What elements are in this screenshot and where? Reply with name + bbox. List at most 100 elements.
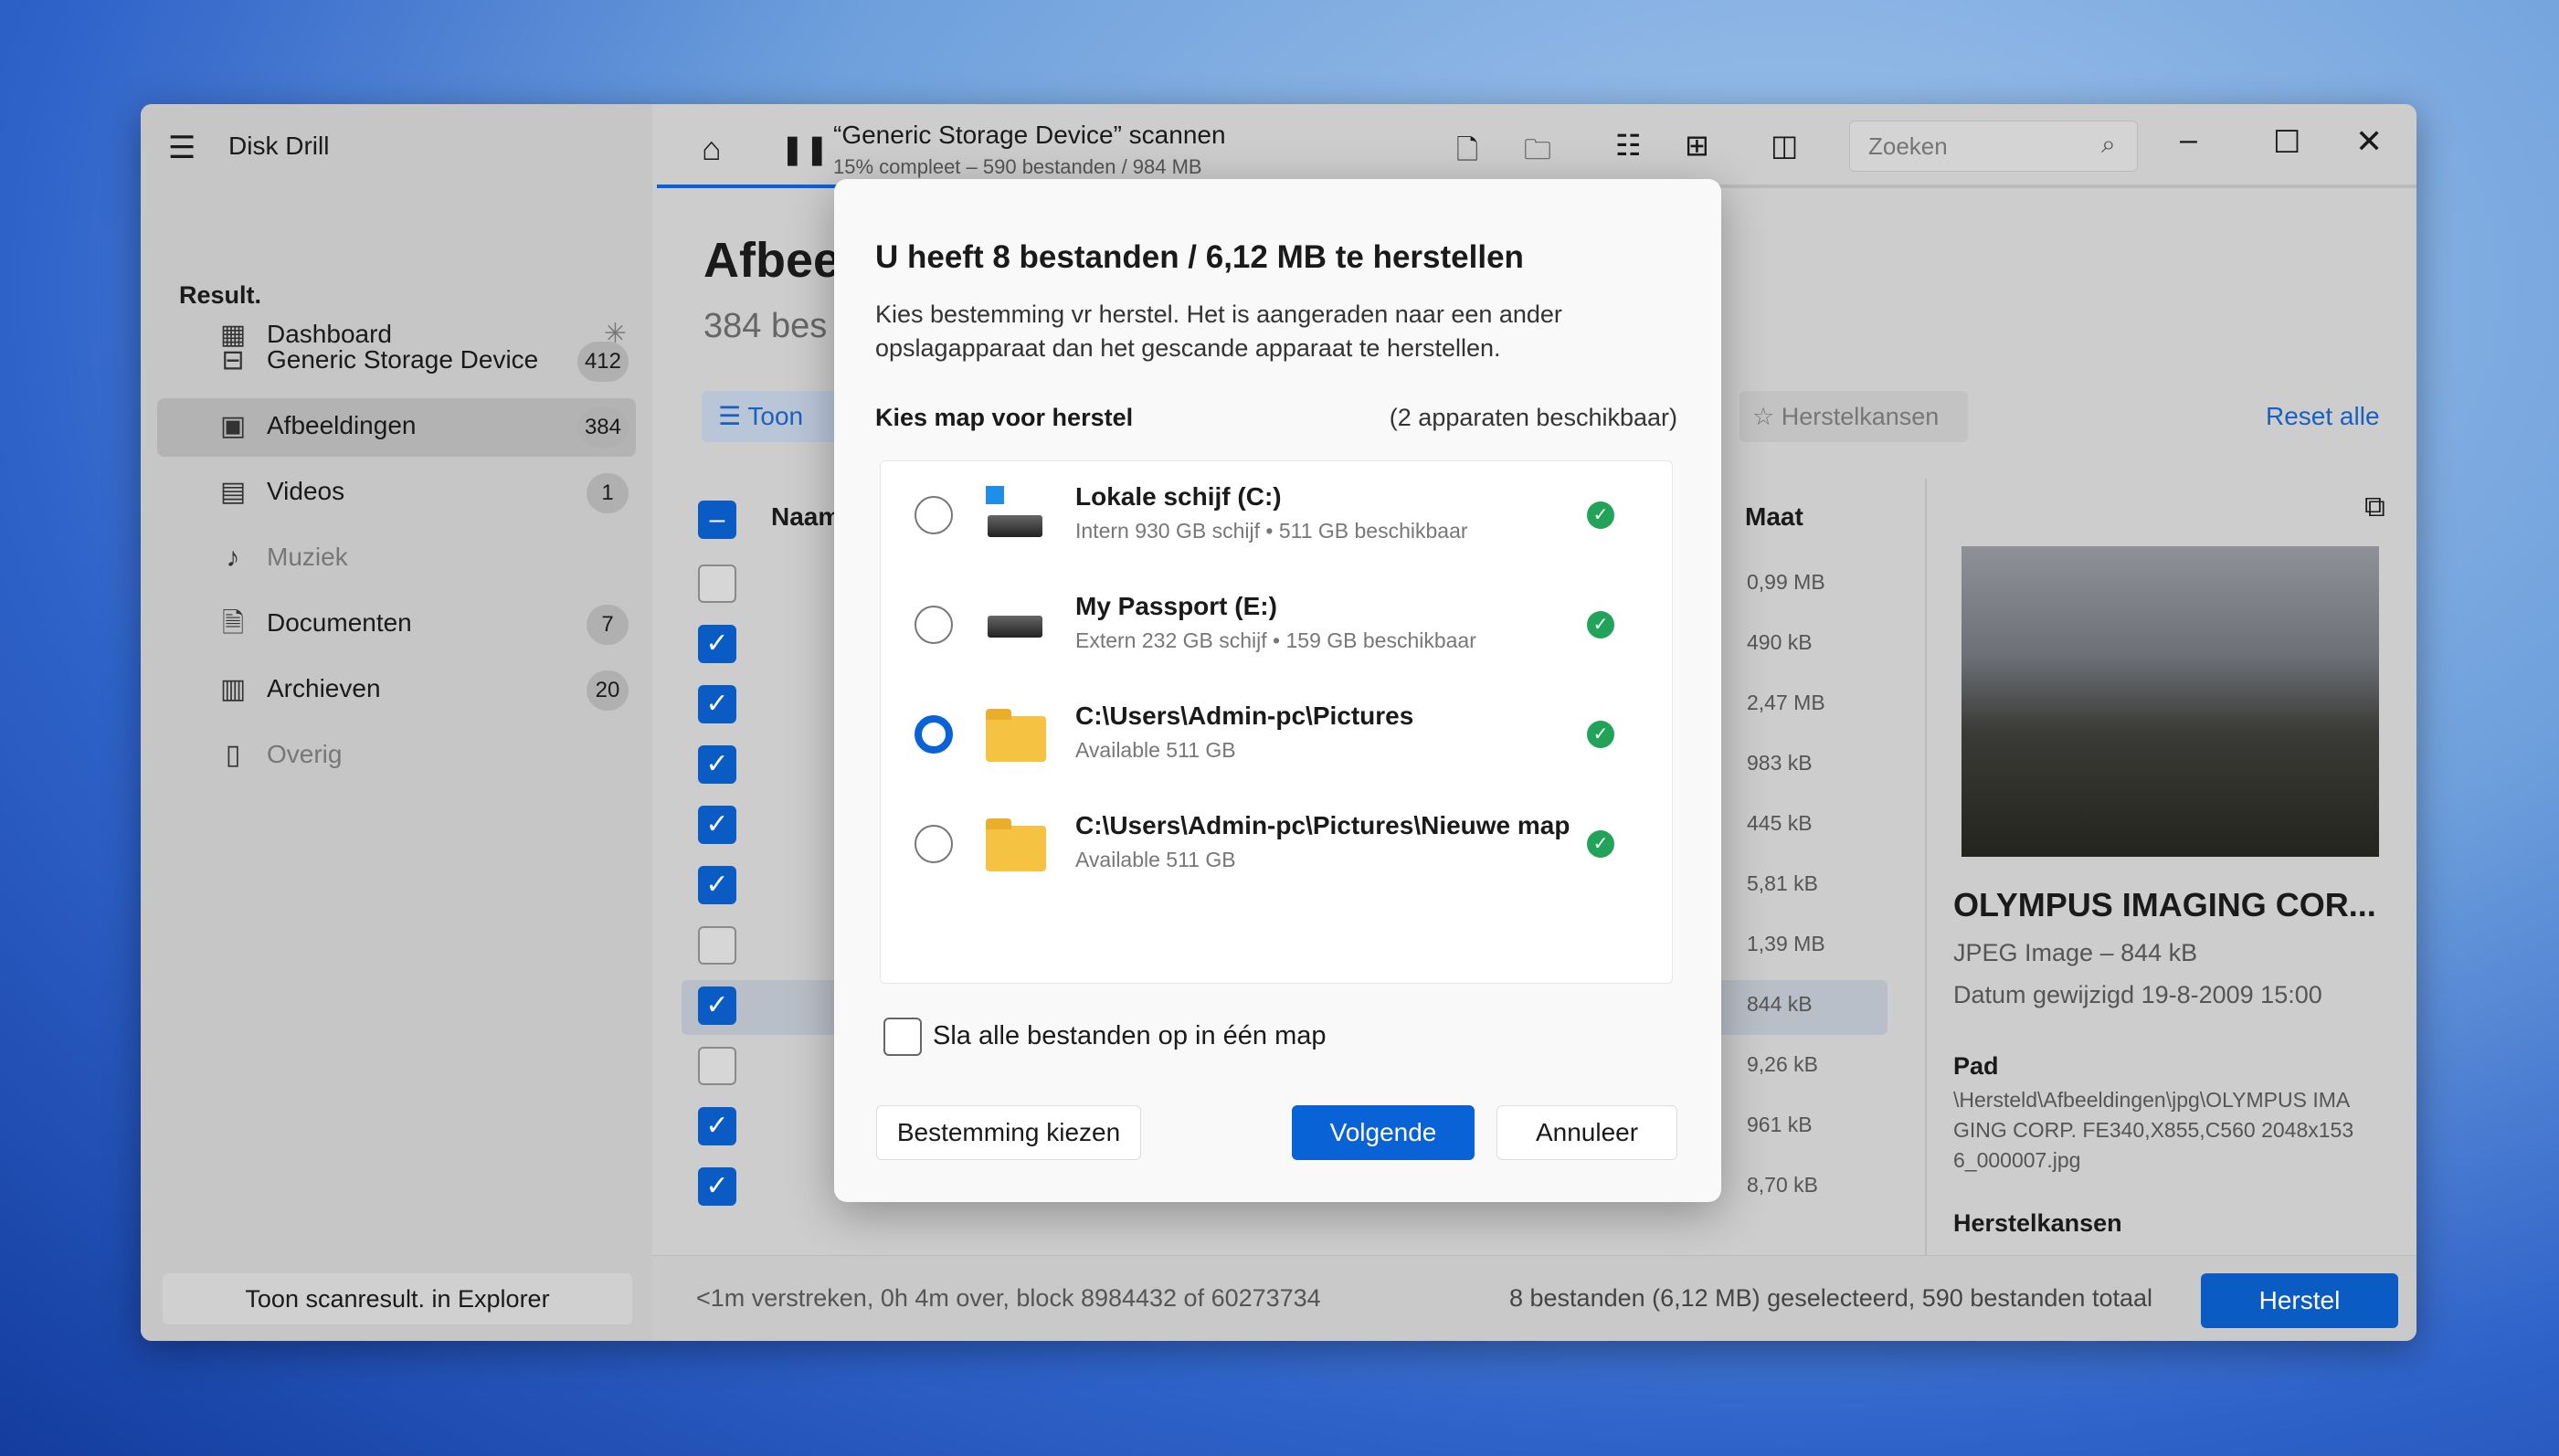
recovery-chances-filter[interactable]: ☆ Herstelkansen [1739,391,1968,442]
column-name[interactable]: Naam [771,502,841,532]
row-checkbox[interactable]: ✓ [698,685,736,723]
folder-icon [986,818,1046,871]
cancel-button[interactable]: Annuleer [1496,1105,1677,1160]
folder-icon[interactable]: 🗀 [1524,130,1551,176]
row-checkbox[interactable]: ✓ [698,745,736,784]
destination-name: C:\Users\Admin-pc\Pictures\Nieuwe map [1075,811,1570,839]
next-button[interactable]: Volgende [1292,1105,1475,1160]
windows-drive-icon [986,486,1004,504]
open-external-icon[interactable]: ⧉ [2364,490,2385,524]
row-size: 2,47 MB [1747,691,1825,714]
sidebar-item-generic-storage-device[interactable]: ⊟ Generic Storage Device 412 [157,332,636,391]
destination-name: My Passport (E:) [1075,592,1277,620]
available-check-icon: ✓ [1587,611,1614,638]
sidebar-item-afbeeldingen[interactable]: ▣ Afbeeldingen 384 [157,398,636,457]
close-button[interactable]: ✕ [2355,122,2383,161]
preview-image [1962,546,2379,857]
drive-icon: ⊟ [221,345,245,375]
row-checkbox[interactable]: ✓ [698,806,736,844]
status-right: 8 bestanden (6,12 MB) geselecteerd, 590 … [1509,1284,2152,1312]
row-size: 5,81 kB [1747,871,1818,895]
row-size: 8,70 kB [1747,1173,1818,1197]
destination-radio[interactable] [915,825,953,863]
explorer-button[interactable]: Toon scanresult. in Explorer [163,1273,632,1324]
preview-title: OLYMPUS IMAGING COR... [1953,886,2376,923]
filter-button[interactable]: ☰ Toon [702,391,848,442]
row-checkbox[interactable] [698,926,736,965]
available-check-icon: ✓ [1587,721,1614,748]
preview-type: JPEG Image – 844 kB [1953,939,2198,966]
row-checkbox[interactable]: ✓ [698,1167,736,1206]
film-icon: ▤ [219,477,247,507]
available-devices: (2 apparaten beschikbaar) [1389,404,1677,431]
app-title: Disk Drill [228,132,330,160]
page-title: Afbee [703,233,841,288]
row-size: 445 kB [1747,811,1813,835]
sidebar-item-documenten[interactable]: 🗎 Documenten 7 [157,596,636,654]
row-checkbox[interactable] [698,564,736,603]
destination-radio[interactable] [915,496,953,534]
choose-destination-button[interactable]: Bestemming kiezen [876,1105,1141,1160]
home-icon[interactable]: ⌂ [702,130,722,168]
destination-radio[interactable] [915,606,953,644]
destination-detail: Intern 930 GB schijf • 511 GB beschikbaa… [1075,519,1468,543]
grid-view-icon[interactable]: ⊞ [1685,128,1709,163]
row-size: 961 kB [1747,1113,1813,1136]
destination-detail: Extern 232 GB schijf • 159 GB beschikbaa… [1075,628,1476,652]
row-size: 0,99 MB [1747,570,1825,594]
preview-date: Datum gewijzigd 19-8-2009 15:00 [1953,981,2322,1008]
row-size: 9,26 kB [1747,1052,1818,1076]
row-size: 490 kB [1747,630,1813,654]
single-folder-checkbox[interactable] [883,1018,922,1056]
choose-folder-label: Kies map voor herstel [875,404,1134,431]
preview-path: \Hersteld\Afbeeldingen\jpg\OLYMPUS IMAGI… [1953,1088,2354,1172]
row-checkbox[interactable]: ✓ [698,866,736,904]
folder-icon [986,709,1046,762]
row-size: 983 kB [1747,751,1813,775]
chances-label: Herstelkansen [1953,1209,2122,1237]
row-size: 1,39 MB [1747,932,1825,955]
image-icon: ▣ [219,411,247,441]
row-checkbox[interactable]: ✓ [698,986,736,1025]
sidebar-item-muziek[interactable]: ♪ Muziek [157,530,636,588]
destination-detail: Available 511 GB [1075,848,1236,871]
search-input[interactable] [1849,121,2138,172]
destination-name: Lokale schijf (C:) [1075,482,1282,511]
sidebar-item-overig[interactable]: ▯ Overig [157,727,636,786]
file-icon[interactable]: 🗋 [1456,130,1478,176]
archive-icon: ▥ [219,674,247,704]
page-subtitle: 384 bes [703,307,828,345]
path-label: Pad [1953,1052,1999,1080]
minimize-button[interactable]: – [2180,122,2197,158]
select-all-checkbox[interactable]: – [698,501,736,539]
reset-all-link[interactable]: Reset alle [2266,402,2380,431]
preview-pane-icon[interactable]: ◫ [1771,128,1798,163]
row-size: 844 kB [1747,992,1813,1016]
list-view-icon[interactable]: ☷ [1615,128,1642,163]
column-size[interactable]: Maat [1745,502,1803,532]
row-checkbox[interactable]: ✓ [698,625,736,663]
scan-title: “Generic Storage Device” scannen [833,121,1226,149]
single-folder-label: Sla alle bestanden op in één map [933,1021,1327,1050]
menu-icon[interactable]: ☰ [168,130,196,166]
available-check-icon: ✓ [1587,830,1614,858]
destination-detail: Available 511 GB [1075,738,1236,762]
sidebar-item-videos[interactable]: ▤ Videos 1 [157,464,636,522]
status-left: <1m verstreken, 0h 4m over, block 898443… [696,1284,1321,1312]
other-icon: ▯ [225,740,241,770]
row-checkbox[interactable] [698,1047,736,1085]
external-drive-icon [988,616,1042,638]
destination-name: C:\Users\Admin-pc\Pictures [1075,702,1414,730]
pause-icon[interactable]: ❚❚ [780,132,830,166]
search-icon: ⌕ [2101,130,2116,158]
document-icon: 🗎 [221,608,245,638]
row-checkbox[interactable]: ✓ [698,1107,736,1145]
sidebar-item-archieven[interactable]: ▥ Archieven 20 [157,661,636,720]
maximize-button[interactable]: ☐ [2273,124,2300,161]
recovery-dialog: U heeft 8 bestanden / 6,12 MB te herstel… [834,179,1721,1202]
recover-button[interactable]: Herstel [2201,1273,2398,1328]
destination-radio[interactable] [915,715,953,754]
dialog-title: U heeft 8 bestanden / 6,12 MB te herstel… [875,239,1524,275]
dialog-description: Kies bestemming vr herstel. Het is aange… [875,301,1562,362]
sidebar: ☰ Disk Drill ▦ Dashboard ✳ Result. ⊟ Generi… [141,104,652,1341]
